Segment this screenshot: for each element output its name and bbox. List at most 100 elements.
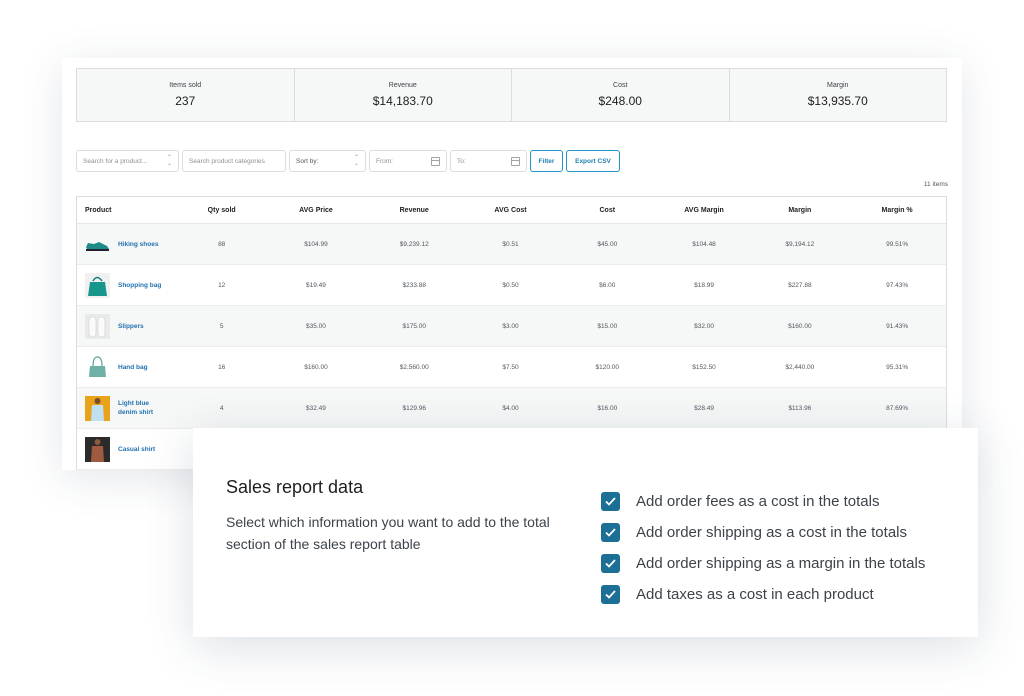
column-header[interactable]: AVG Margin [657,207,752,214]
avg-cost-cell: $4.00 [502,404,519,412]
margin-pct-cell: 91.43% [886,322,909,330]
qty-cell: 16 [218,363,226,371]
column-header[interactable]: AVG Price [267,207,366,214]
revenue-cell: $233.88 [402,281,426,289]
margin-cell: $2,440.00 [785,363,815,371]
margin-pct-cell: 99.51% [886,240,909,248]
shopping-bag-thumbnail [85,272,110,298]
avg-cost-cell: $3.00 [502,322,519,330]
table-row: Hand bag 16 $160.00 $2,560.00 $7.50 $120… [77,347,946,388]
cost-cell: $15.00 [597,322,618,330]
avg-cost-cell: $0.50 [502,281,519,289]
option-label: Add taxes as a cost in each product [636,586,874,603]
product-cell: Casual shirt [77,436,177,462]
summary-value: $14,183.70 [372,94,433,108]
product-search-placeholder: Search for a product... [83,157,148,165]
revenue-cell: $2,560.00 [399,363,429,371]
option-shipping-cost[interactable]: Add order shipping as a cost in the tota… [601,517,925,548]
margin-cell: $227.88 [788,281,812,289]
up-down-chevron-icon: ⌃ ⌄ [166,155,172,167]
product-link[interactable]: Hiking shoes [118,240,158,249]
summary-label: Margin [827,82,849,89]
revenue-cell: $175.00 [402,322,426,330]
avg-cost-cell: $7.50 [502,363,519,371]
category-search-input[interactable]: Search product categories [182,150,286,172]
option-order-fees-cost[interactable]: Add order fees as a cost in the totals [601,486,925,517]
filter-button[interactable]: Filter [530,150,563,172]
checkbox-checked-icon[interactable] [601,554,620,573]
avg-price-cell: $160.00 [304,363,328,371]
summary-label: Revenue [388,82,417,89]
summary-value: $13,935.70 [807,94,868,108]
summary-label: Cost [613,82,628,89]
column-header[interactable]: Product [77,207,177,214]
product-link[interactable]: Shopping bag [118,281,161,290]
up-down-chevron-icon: ⌃ ⌄ [353,155,359,167]
product-link[interactable]: Slippers [118,322,144,331]
avg-margin-cell: $32.00 [694,322,714,330]
summary-value: 237 [175,94,196,108]
summary-items-sold: Items sold 237 [77,69,295,121]
calendar-icon [431,157,440,166]
slippers-thumbnail [85,313,110,339]
table-row: Light blue denim shirt 4 $32.49 $129.96 … [77,388,946,429]
product-cell: Light blue denim shirt [77,395,177,421]
summary-bar: Items sold 237 Revenue $14,183.70 Cost $… [76,68,947,122]
table-header: Product Qty sold AVG Price Revenue AVG C… [77,197,946,224]
date-to-input[interactable]: To: [450,150,527,172]
avg-price-cell: $35.00 [306,322,326,330]
margin-cell: $160.00 [788,322,812,330]
product-link[interactable]: Hand bag [118,363,148,372]
cost-cell: $6.00 [599,281,616,289]
sales-report-settings-card: Sales report data Select which informati… [193,428,978,637]
column-header[interactable]: AVG Cost [463,207,558,214]
column-header[interactable]: Margin % [848,207,946,214]
casual-shirt-thumbnail [85,436,110,462]
export-csv-button[interactable]: Export CSV [566,150,620,172]
settings-options: Add order fees as a cost in the totals A… [601,486,925,610]
hand-bag-thumbnail [85,354,110,380]
avg-margin-cell: $104.48 [692,240,716,248]
margin-pct-cell: 95.31% [886,363,909,371]
sort-by-label: Sort by: [296,157,319,165]
product-link[interactable]: Casual shirt [118,445,155,454]
checkbox-checked-icon[interactable] [601,523,620,542]
sort-by-select[interactable]: Sort by: ⌃ ⌄ [289,150,366,172]
option-taxes-cost[interactable]: Add taxes as a cost in each product [601,579,925,610]
summary-label: Items sold [169,82,202,89]
revenue-cell: $9,239.12 [399,240,429,248]
product-search-select[interactable]: Search for a product... ⌃ ⌄ [76,150,179,172]
summary-margin: Margin $13,935.70 [729,69,946,121]
settings-title: Sales report data [226,477,364,497]
option-label: Add order shipping as a margin in the to… [636,555,926,572]
denim-shirt-thumbnail [85,395,110,421]
table-row: Slippers 5 $35.00 $175.00 $3.00 $15.00 $… [77,306,946,347]
sales-report-panel: Items sold 237 Revenue $14,183.70 Cost $… [62,58,962,470]
qty-cell: 5 [219,322,224,330]
product-link[interactable]: Light blue denim shirt [118,399,166,417]
item-count: 11 items [923,181,948,188]
qty-cell: 4 [219,404,224,412]
column-header[interactable]: Cost [558,207,657,214]
column-header[interactable]: Qty sold [177,207,267,214]
summary-value: $248.00 [598,94,642,108]
avg-margin-cell: $28.49 [694,404,714,412]
checkbox-checked-icon[interactable] [601,585,620,604]
column-header[interactable]: Revenue [365,207,463,214]
option-label: Add order fees as a cost in the totals [636,493,880,510]
option-shipping-margin[interactable]: Add order shipping as a margin in the to… [601,548,925,579]
product-cell: Shopping bag [77,272,177,298]
date-from-input[interactable]: From: [369,150,447,172]
date-to-label: To: [457,157,466,165]
avg-price-cell: $104.99 [304,240,328,248]
margin-cell: $113.96 [788,404,812,412]
table-row: Hiking shoes 88 $104.99 $9,239.12 $0.51 … [77,224,946,265]
revenue-cell: $129.96 [402,404,426,412]
product-cell: Slippers [77,313,177,339]
calendar-icon [511,157,520,166]
table-row: Shopping bag 12 $19.49 $233.88 $0.50 $6.… [77,265,946,306]
column-header[interactable]: Margin [751,207,848,214]
cost-cell: $120.00 [595,363,620,371]
checkbox-checked-icon[interactable] [601,492,620,511]
avg-cost-cell: $0.51 [502,240,519,248]
